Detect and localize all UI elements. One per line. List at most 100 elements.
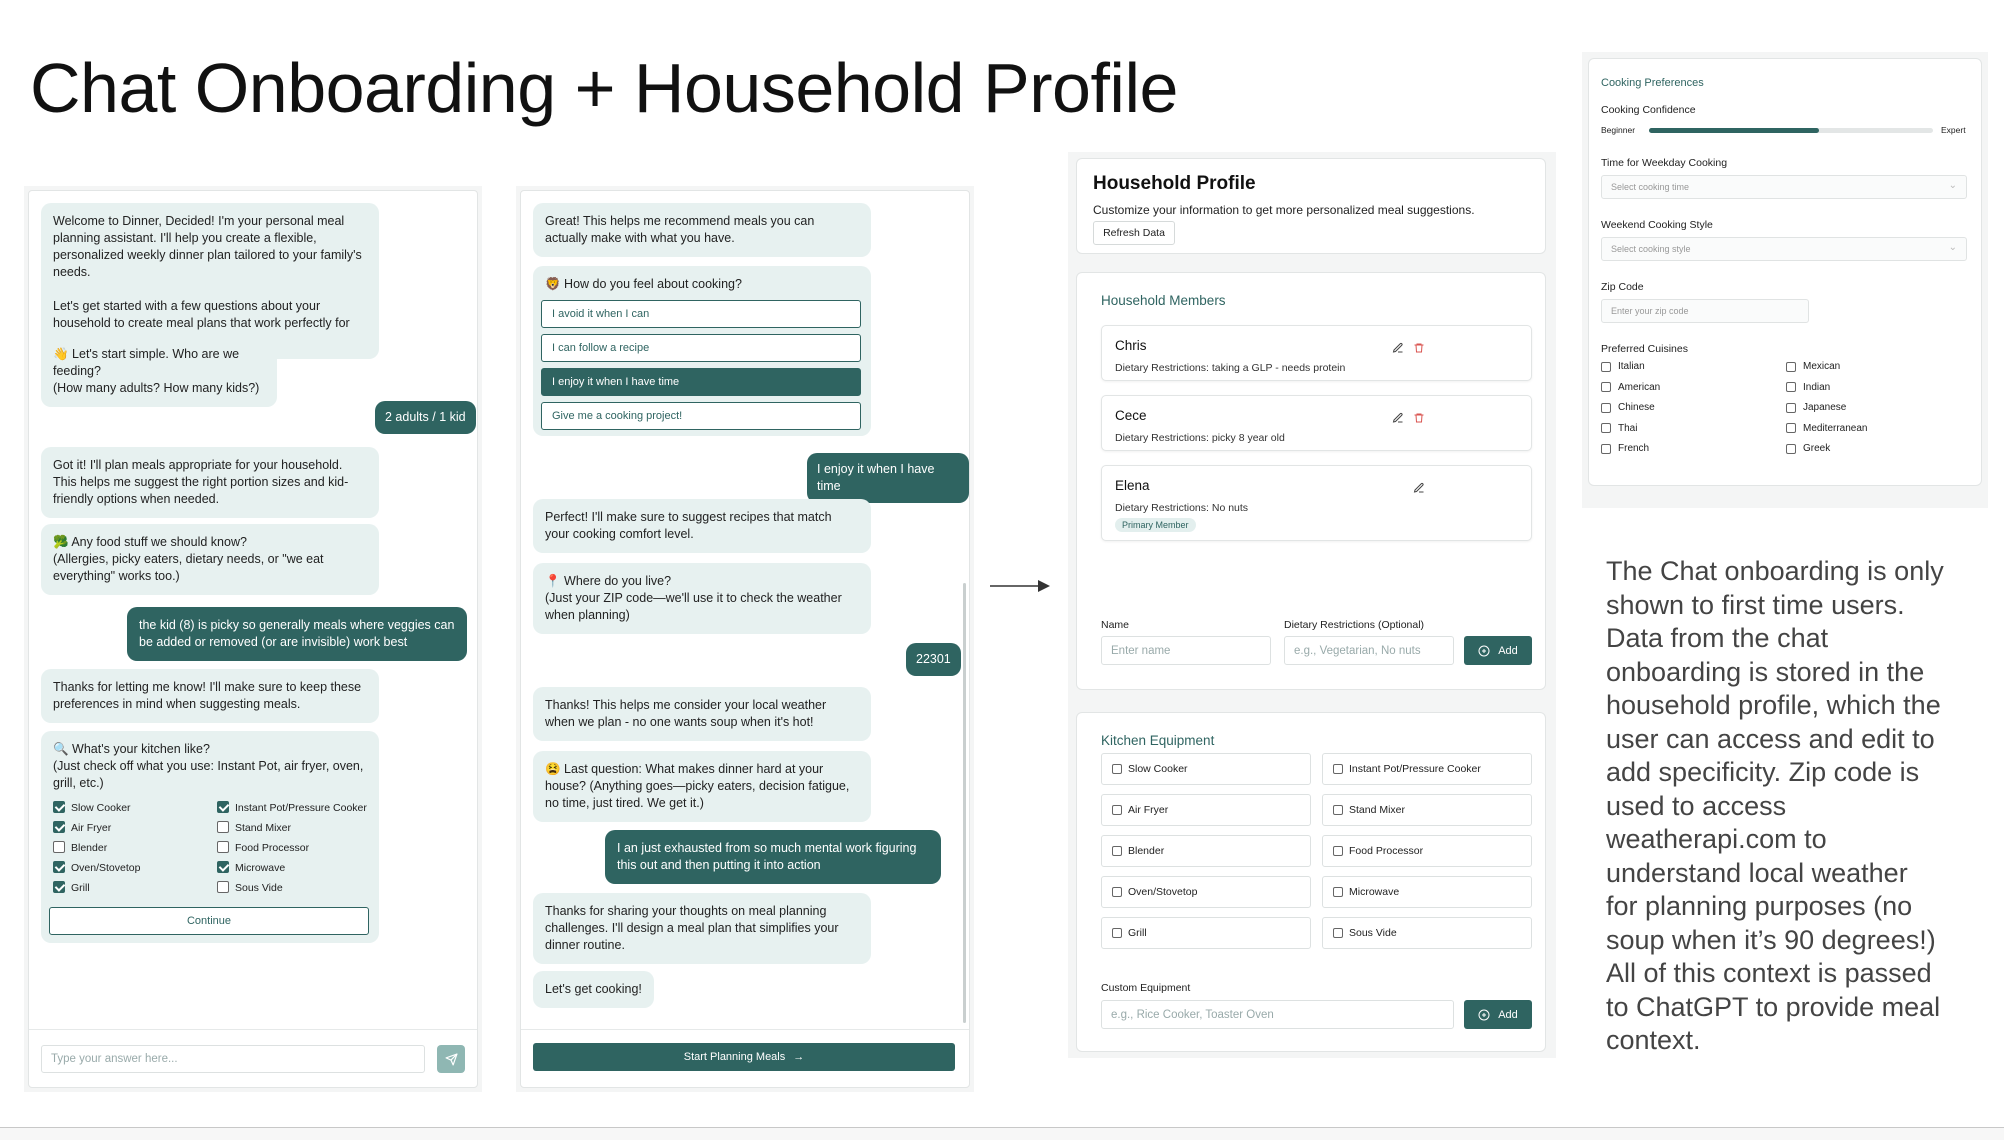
confidence-label: Cooking Confidence [1601, 104, 1696, 116]
cuisine-option-indian[interactable]: Indian [1786, 382, 1830, 393]
checkbox[interactable] [217, 841, 229, 853]
member-diet-input[interactable]: e.g., Vegetarian, No nuts [1284, 636, 1454, 665]
add-equipment-label: Add [1498, 1008, 1518, 1021]
equipment-option-oven-stovetop[interactable]: Oven/Stovetop [53, 860, 140, 877]
equipment-item-label: Food Processor [1349, 845, 1424, 857]
equipment-option-food-processor[interactable]: Food Processor [217, 840, 309, 857]
equipment-option-blender[interactable]: Blender [53, 840, 107, 857]
checkbox[interactable] [1333, 764, 1343, 774]
confidence-slider-track[interactable] [1649, 128, 1933, 133]
equipment-item-air-fryer[interactable]: Air Fryer [1101, 794, 1311, 826]
checkbox[interactable] [1601, 402, 1611, 413]
equipment-item-slow-cooker[interactable]: Slow Cooker [1101, 753, 1311, 785]
checkbox[interactable] [1601, 382, 1611, 392]
equipment-item-grill[interactable]: Grill [1101, 917, 1311, 949]
trash-icon[interactable] [1413, 411, 1426, 424]
chat-scrollbar[interactable] [963, 583, 966, 1023]
checkbox[interactable] [53, 861, 65, 873]
send-button[interactable] [437, 1045, 465, 1073]
checkbox[interactable] [1786, 443, 1796, 454]
checkbox[interactable] [53, 881, 65, 893]
cooking-option-i-can-follow-a-recipe[interactable]: I can follow a recipe [541, 334, 861, 362]
checkbox[interactable] [217, 881, 229, 893]
chat-panel-1: Welcome to Dinner, Decided! I'm your per… [24, 186, 482, 1092]
equipment-option-instant-pot-pressure-cooker[interactable]: Instant Pot/Pressure Cooker [217, 800, 367, 817]
checkbox[interactable] [1333, 805, 1343, 815]
edit-icon[interactable] [1413, 481, 1426, 494]
chat-answer-input[interactable]: Type your answer here... [41, 1045, 425, 1073]
cuisine-option-american[interactable]: American [1601, 382, 1660, 393]
edit-icon[interactable] [1392, 411, 1405, 424]
checkbox[interactable] [1786, 361, 1796, 372]
zip-code-input[interactable]: Enter your zip code [1601, 299, 1809, 323]
kitchen-question: 🔍 What's your kitchen like? [53, 742, 210, 756]
weekend-style-select[interactable]: Select cooking style ⌄ [1601, 237, 1967, 261]
equipment-item-stand-mixer[interactable]: Stand Mixer [1322, 794, 1532, 826]
equipment-item-food-processor[interactable]: Food Processor [1322, 835, 1532, 867]
cuisine-option-mexican[interactable]: Mexican [1786, 361, 1840, 372]
equipment-option-slow-cooker[interactable]: Slow Cooker [53, 800, 131, 817]
cuisines-label: Preferred Cuisines [1601, 343, 1688, 355]
cuisine-option-italian[interactable]: Italian [1601, 361, 1645, 372]
checkbox[interactable] [53, 841, 65, 853]
equipment-option-stand-mixer[interactable]: Stand Mixer [217, 820, 291, 837]
checkbox[interactable] [1601, 443, 1611, 454]
member-name-input[interactable]: Enter name [1101, 636, 1271, 665]
weekday-time-select[interactable]: Select cooking time ⌄ [1601, 175, 1967, 199]
continue-button[interactable]: Continue [49, 907, 369, 935]
cuisine-option-greek[interactable]: Greek [1786, 443, 1830, 454]
equipment-option-sous-vide[interactable]: Sous Vide [217, 880, 283, 897]
cuisine-option-french[interactable]: French [1601, 443, 1649, 454]
refresh-data-button[interactable]: Refresh Data [1093, 221, 1175, 245]
equipment-option-label: Food Processor [235, 842, 310, 854]
checkbox[interactable] [1601, 423, 1611, 433]
checkbox[interactable] [1112, 846, 1122, 856]
edit-icon[interactable] [1392, 341, 1405, 354]
checkbox[interactable] [1333, 928, 1343, 938]
equipment-option-air-fryer[interactable]: Air Fryer [53, 820, 111, 837]
cooking-option-give-me-a-cooking-project[interactable]: Give me a cooking project! [541, 402, 861, 430]
trash-icon[interactable] [1413, 341, 1426, 354]
custom-equipment-input[interactable]: e.g., Rice Cooker, Toaster Oven [1101, 1000, 1454, 1029]
checkbox[interactable] [1112, 928, 1122, 938]
cuisine-option-chinese[interactable]: Chinese [1601, 402, 1655, 413]
equipment-option-grill[interactable]: Grill [53, 880, 90, 897]
checkbox[interactable] [1333, 846, 1343, 856]
equipment-item-label: Grill [1128, 927, 1147, 939]
checkbox[interactable] [1112, 805, 1122, 815]
user-food-bubble: the kid (8) is picky so generally meals … [127, 607, 467, 661]
member-card-elena: Elena Dietary Restrictions: No nuts Primar… [1101, 465, 1532, 541]
weekend-style-label: Weekend Cooking Style [1601, 219, 1713, 231]
cuisine-option-japanese[interactable]: Japanese [1786, 402, 1846, 413]
equipment-item-oven-stovetop[interactable]: Oven/Stovetop [1101, 876, 1311, 908]
custom-equipment-label: Custom Equipment [1101, 982, 1191, 994]
cooking-option-i-avoid-it-when-i-can[interactable]: I avoid it when I can [541, 300, 861, 328]
checkbox[interactable] [53, 801, 65, 813]
checkbox[interactable] [1112, 764, 1122, 774]
equipment-item-blender[interactable]: Blender [1101, 835, 1311, 867]
checkbox[interactable] [53, 821, 65, 833]
checkbox[interactable] [1786, 382, 1796, 392]
start-planning-button[interactable]: Start Planning Meals → [533, 1043, 955, 1071]
checkbox[interactable] [1333, 887, 1343, 897]
equipment-item-sous-vide[interactable]: Sous Vide [1322, 917, 1532, 949]
add-member-button[interactable]: Add [1464, 636, 1532, 665]
arrow-right-icon: → [793, 1051, 805, 1063]
checkbox[interactable] [1601, 361, 1611, 372]
weekend-style-value: Select cooking style [1611, 244, 1691, 254]
cooking-option-i-enjoy-it-when-i-have-time[interactable]: I enjoy it when I have time [541, 368, 861, 396]
cuisine-option-mediterranean[interactable]: Mediterranean [1786, 423, 1867, 434]
checkbox[interactable] [217, 861, 229, 873]
equipment-option-label: Instant Pot/Pressure Cooker [235, 802, 367, 814]
equipment-item-microwave[interactable]: Microwave [1322, 876, 1532, 908]
checkbox[interactable] [217, 801, 229, 813]
checkbox[interactable] [1786, 423, 1796, 433]
add-equipment-button[interactable]: Add [1464, 1000, 1532, 1029]
equipment-item-instant-pot-pressure-cooker[interactable]: Instant Pot/Pressure Cooker [1322, 753, 1532, 785]
checkbox[interactable] [1112, 887, 1122, 897]
checkbox[interactable] [1786, 402, 1796, 413]
cuisine-option-thai[interactable]: Thai [1601, 423, 1637, 434]
checkbox[interactable] [217, 821, 229, 833]
equipment-option-microwave[interactable]: Microwave [217, 860, 285, 877]
weekday-time-label: Time for Weekday Cooking [1601, 157, 1728, 169]
